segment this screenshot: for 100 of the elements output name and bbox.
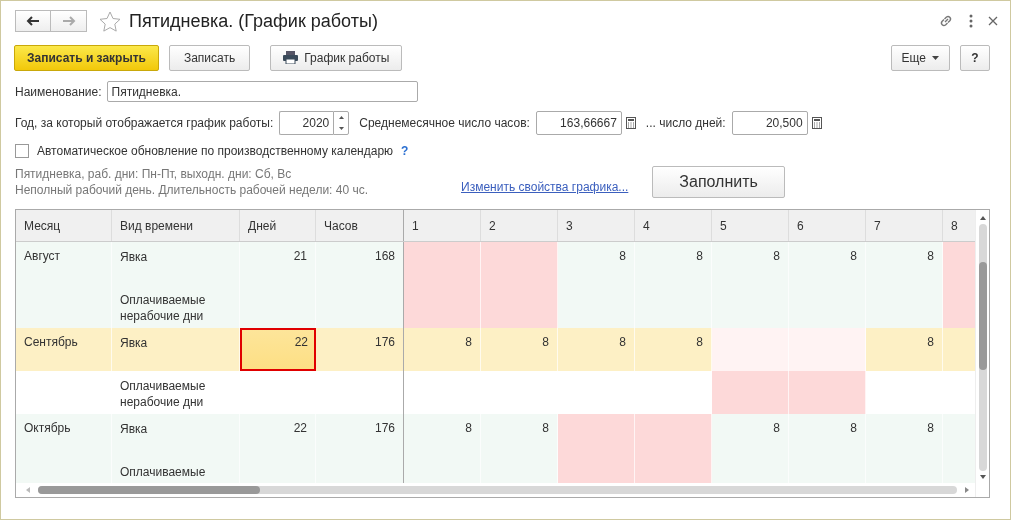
day-cell[interactable]: 8 <box>712 242 789 285</box>
save-button[interactable]: Записать <box>168 44 251 71</box>
hours-cell[interactable] <box>316 285 404 328</box>
column-header[interactable]: 3 <box>558 210 635 241</box>
column-header[interactable]: 1 <box>404 210 481 241</box>
back-button[interactable] <box>15 10 51 32</box>
day-cell[interactable]: 8 <box>404 328 481 371</box>
time-type-cell[interactable]: Явка <box>112 328 240 371</box>
month-cell[interactable] <box>16 285 112 328</box>
scroll-right-icon[interactable] <box>965 487 969 493</box>
change-properties-link[interactable]: Изменить свойства графика... <box>461 180 629 194</box>
time-type-cell[interactable]: Явка <box>112 242 240 285</box>
day-cell[interactable] <box>404 242 481 285</box>
month-cell[interactable]: Сентябрь <box>16 328 112 371</box>
name-field[interactable]: Пятидневка. <box>106 81 418 102</box>
spin-up-icon[interactable] <box>338 116 344 119</box>
avg-days-field[interactable]: 20,500 <box>731 111 808 135</box>
column-header[interactable]: 8 <box>943 210 975 241</box>
hours-cell[interactable]: 176 <box>316 328 404 371</box>
scroll-up-icon[interactable] <box>979 216 986 220</box>
day-cell[interactable]: 8 <box>789 414 866 457</box>
more-button[interactable]: Еще <box>890 44 950 71</box>
day-cell[interactable] <box>558 414 635 457</box>
days-cell[interactable]: 22 <box>240 328 316 371</box>
column-header[interactable]: 5 <box>712 210 789 241</box>
month-cell[interactable]: Октябрь <box>16 414 112 457</box>
schedule-info-text: Пятидневка, раб. дни: Пн-Пт, выходн. дни: Сб, Вс <box>15 167 293 181</box>
close-icon[interactable] <box>988 16 998 26</box>
calculator-icon[interactable] <box>811 117 822 129</box>
print-button[interactable]: График работы <box>270 44 403 71</box>
day-cell[interactable] <box>943 328 975 371</box>
star-icon[interactable] <box>99 10 121 32</box>
time-type-cell[interactable]: Оплачиваемые <box>112 457 240 483</box>
day-cell[interactable] <box>789 328 866 371</box>
day-cell[interactable] <box>866 285 943 328</box>
day-cell[interactable] <box>789 285 866 328</box>
day-cell[interactable] <box>635 285 712 328</box>
day-cell[interactable]: 8 <box>635 242 712 285</box>
time-type-cell[interactable]: Явка <box>112 414 240 457</box>
day-cell[interactable]: 8 <box>712 414 789 457</box>
name-label: Наименование: <box>15 84 102 99</box>
help-link[interactable]: ? <box>401 144 409 158</box>
calculator-icon[interactable] <box>625 117 636 129</box>
arrow-right-icon <box>61 16 76 26</box>
scroll-thumb[interactable] <box>38 486 260 494</box>
day-cell[interactable] <box>789 371 866 414</box>
day-cell[interactable]: 8 <box>866 414 943 457</box>
column-header[interactable]: Месяц <box>16 210 112 241</box>
day-cell[interactable]: 8 <box>404 414 481 457</box>
hours-cell[interactable]: 176 <box>316 414 404 457</box>
help-button[interactable]: ? <box>960 44 990 71</box>
hours-cell[interactable]: 168 <box>316 242 404 285</box>
link-icon[interactable] <box>938 13 954 29</box>
day-cell[interactable] <box>635 414 712 457</box>
column-header[interactable]: 2 <box>481 210 558 241</box>
year-label: Год, за который отображается график работы: <box>15 116 274 130</box>
day-cell[interactable]: 8 <box>481 328 558 371</box>
avg-hours-label: Среднемесячное число часов: <box>359 116 530 130</box>
days-cell[interactable]: 21 <box>240 242 316 285</box>
column-header[interactable]: Вид времени <box>112 210 240 241</box>
days-cell[interactable] <box>240 285 316 328</box>
avg-hours-field[interactable]: 163,66667 <box>535 111 622 135</box>
day-cell[interactable] <box>558 285 635 328</box>
day-cell[interactable] <box>712 328 789 371</box>
scroll-down-icon[interactable] <box>979 475 986 479</box>
day-cell[interactable]: 8 <box>866 328 943 371</box>
column-header[interactable]: Дней <box>240 210 316 241</box>
fill-button[interactable]: Заполнить <box>652 166 785 198</box>
spin-down-icon[interactable] <box>338 127 344 130</box>
day-cell[interactable]: 8 <box>635 328 712 371</box>
day-cell[interactable]: 8 <box>789 242 866 285</box>
schedule-info-text: Неполный рабочий день. Длительность рабочей недели: 40 чс. <box>15 183 370 197</box>
day-cell[interactable] <box>481 242 558 285</box>
column-header[interactable]: 6 <box>789 210 866 241</box>
vertical-scrollbar[interactable] <box>975 210 989 497</box>
column-header[interactable]: 4 <box>635 210 712 241</box>
day-cell[interactable] <box>943 242 975 285</box>
scroll-thumb[interactable] <box>978 262 987 370</box>
day-cell[interactable] <box>712 371 789 414</box>
save-and-close-button[interactable]: Записать и закрыть <box>14 44 159 71</box>
day-cell[interactable]: 8 <box>866 242 943 285</box>
day-cell[interactable] <box>481 285 558 328</box>
year-field[interactable]: 2020 <box>279 111 334 135</box>
scroll-left-icon[interactable] <box>26 487 30 493</box>
auto-update-checkbox[interactable] <box>15 144 29 158</box>
time-type-cell[interactable]: Оплачиваемые нерабочие дни <box>112 285 240 328</box>
more-icon[interactable] <box>968 13 974 29</box>
day-cell[interactable]: 8 <box>558 328 635 371</box>
column-header[interactable]: Часов <box>316 210 404 241</box>
day-cell[interactable] <box>712 285 789 328</box>
month-cell[interactable]: Август <box>16 242 112 285</box>
day-cell[interactable] <box>404 285 481 328</box>
column-header[interactable]: 7 <box>866 210 943 241</box>
day-cell[interactable]: 8 <box>481 414 558 457</box>
day-cell[interactable] <box>943 285 975 328</box>
days-cell[interactable]: 22 <box>240 414 316 457</box>
day-cell[interactable]: 8 <box>558 242 635 285</box>
auto-update-label: Автоматическое обновление по производственному календарю <box>37 144 394 158</box>
window-title: Пятидневка. (График работы) <box>129 10 378 32</box>
caret-icon <box>932 55 939 60</box>
